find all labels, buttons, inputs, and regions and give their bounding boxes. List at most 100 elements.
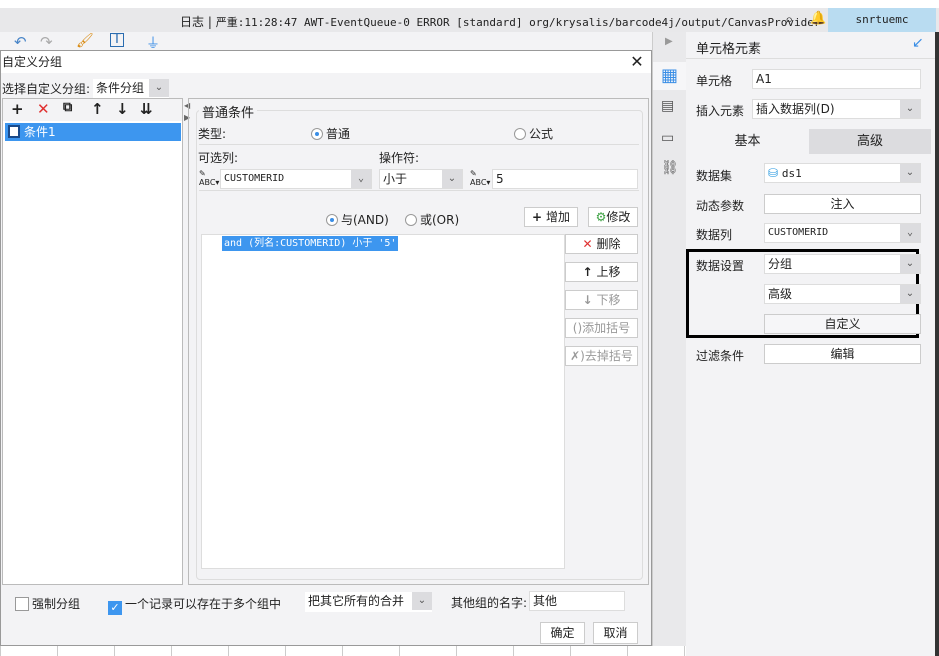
tree-item[interactable]: and (列名:CUSTOMERID) 小于 '5' [222, 236, 399, 251]
text-icon[interactable]: T [110, 33, 124, 47]
arrow-down-icon: ↓ [582, 293, 593, 307]
column-select[interactable]: CUSTOMERID ⌄ [764, 223, 921, 243]
column-value: CUSTOMERID [224, 173, 285, 184]
group-type-select[interactable]: 条件分组 ⌄ [93, 79, 169, 99]
bell-icon[interactable]: 🔔 [810, 11, 826, 26]
custom-button[interactable]: 自定义 [764, 314, 921, 334]
log-label: 日志 [180, 15, 205, 29]
radio-label: 与(AND) [341, 213, 389, 227]
param-label: 动态参数 [696, 199, 745, 213]
radio-or[interactable]: 或(OR) [405, 211, 459, 228]
log-text: 严重:11:28:47 AWT-EventQueue-0 ERROR [stan… [215, 16, 821, 29]
cell-label: 单元格 [696, 74, 733, 88]
column-label: 可选列: [198, 151, 239, 165]
log-message[interactable]: 日志 | 严重:11:28:47 AWT-EventQueue-0 ERROR … [180, 13, 821, 30]
close-icon[interactable]: ✕ [627, 51, 647, 73]
chevron-down-icon: ⌄ [412, 592, 432, 610]
move-bottom-icon[interactable]: ⇊ [140, 100, 153, 118]
cell-element-panel: 单元格元素 ↙ 单元格 A1 插入元素 插入数据列(D) ⌄ 基本 高级 数据集 … [686, 32, 935, 656]
side-icon-strip: ▶ ▦ ▤ ▭ ⛓ [652, 32, 686, 656]
type-label: 类型: [198, 127, 227, 141]
cell-attribute-icon[interactable]: ▤ [661, 98, 674, 114]
check-icon: ✓ [108, 601, 122, 615]
column-value: CUSTOMERID [768, 227, 829, 238]
value-input[interactable]: 5 [492, 169, 638, 189]
chevron-down-icon: ⌄ [149, 79, 169, 97]
dialog-title: 自定义分组 [1, 51, 651, 73]
operator-select[interactable]: 小于 ⌄ [379, 169, 463, 189]
link-icon[interactable]: ⛓ [661, 160, 679, 176]
column-select[interactable]: CUSTOMERID ⌄ [220, 169, 372, 189]
widget-icon[interactable]: ▭ [661, 130, 674, 146]
chevron-down-icon: ⌄ [900, 224, 920, 242]
merge-select[interactable]: 把其它所有的合并 ⌄ [305, 592, 432, 612]
chevron-down-icon: ⌄ [900, 100, 920, 118]
spreadsheet-grid[interactable] [0, 646, 686, 656]
column-label: 数据列 [696, 228, 733, 242]
button-label: 下移 [596, 293, 621, 307]
copy-icon[interactable]: ⧉ [63, 100, 72, 115]
radio-label: 公式 [529, 127, 554, 141]
setting-select[interactable]: 分组 ⌄ [764, 254, 921, 274]
add-icon[interactable]: + [11, 100, 24, 118]
cell-element-icon[interactable]: ▦ [653, 62, 686, 90]
ok-button[interactable]: 确定 [540, 622, 585, 644]
abc-type-icon[interactable]: ✎ ABC▾ [470, 169, 490, 187]
search-icon[interactable]: ⌕ [785, 10, 793, 28]
insert-select[interactable]: 插入数据列(D) ⌄ [752, 99, 921, 119]
database-icon: ⛁ [768, 166, 779, 180]
radio-and[interactable]: 与(AND) [326, 211, 389, 228]
checkbox-label: 一个记录可以存在于多个组中 [125, 597, 282, 611]
undo-icon[interactable]: ↶ [14, 33, 27, 51]
move-up-button[interactable]: ↑ 上移 [565, 262, 638, 282]
separator: | [207, 15, 212, 29]
tab-advanced[interactable]: 高级 [809, 129, 931, 154]
remove-parenthesis-button[interactable]: ✗)去掉括号 [565, 346, 638, 366]
select-group-label: 选择自定义分组: [2, 82, 91, 96]
modify-button[interactable]: ⚙修改 [588, 207, 638, 227]
expand-icon[interactable]: ▶ [665, 36, 673, 47]
cell-input[interactable]: A1 [752, 69, 921, 89]
dataset-select[interactable]: ⛁ ds1 ⌄ [764, 163, 921, 183]
main-toolbar: ↶ ↷ 🖌 T ⏚ [0, 32, 652, 52]
user-button[interactable]: snrtuemc [828, 8, 936, 32]
condition-label: 条件1 [24, 125, 56, 139]
condition-editor: 普通条件 类型: 普通 公式 可选列: 操作符: ✎ ABC▾ CUSTOMERI… [188, 98, 649, 585]
dock-icon[interactable]: ↙ [912, 35, 924, 51]
delete-button[interactable]: ✕ 删除 [565, 234, 638, 254]
button-label: 添加括号 [582, 321, 631, 335]
delete-icon[interactable]: ✕ [37, 100, 50, 118]
arrow-up-icon[interactable]: ↑ [91, 100, 104, 118]
panel-title: 单元格元素 [696, 42, 762, 57]
move-down-button[interactable]: ↓ 下移 [565, 290, 638, 310]
format-brush-icon[interactable]: 🖌 [76, 33, 94, 49]
radio-normal[interactable]: 普通 [311, 125, 350, 142]
delete-icon: ✕ [582, 237, 593, 251]
inject-button[interactable]: 注入 [764, 194, 921, 214]
tab-basic[interactable]: 基本 [686, 129, 809, 154]
other-name-label: 其他组的名字: [451, 596, 528, 610]
arrow-down-icon[interactable]: ↓ [116, 100, 129, 118]
cancel-button[interactable]: 取消 [593, 622, 638, 644]
merge-value: 把其它所有的合并 [308, 594, 405, 608]
filter-label: 过滤条件 [696, 349, 745, 363]
setting-value: 分组 [768, 257, 793, 271]
chevron-down-icon: ⌄ [900, 285, 920, 303]
radio-formula[interactable]: 公式 [514, 125, 553, 142]
setting-mode-select[interactable]: 高级 ⌄ [764, 284, 921, 304]
add-button[interactable]: + 增加 [524, 207, 578, 227]
scrollbar[interactable] [935, 32, 939, 656]
redo-icon[interactable]: ↷ [40, 33, 53, 51]
multi-group-checkbox[interactable]: ✓ 一个记录可以存在于多个组中 [108, 595, 281, 615]
button-label: 增加 [545, 210, 570, 224]
radio-label: 或(OR) [420, 213, 460, 227]
abc-type-icon[interactable]: ✎ ABC▾ [199, 169, 219, 187]
force-group-checkbox[interactable]: 强制分组 [15, 595, 80, 612]
checkbox-label: 强制分组 [32, 597, 81, 611]
add-parenthesis-button[interactable]: ()添加括号 [565, 318, 638, 338]
dataset-label: 数据集 [696, 169, 733, 183]
other-name-input[interactable]: 其他 [529, 591, 625, 611]
list-item[interactable]: 条件1 [5, 123, 181, 141]
edit-filter-button[interactable]: 编辑 [764, 344, 921, 364]
chevron-down-icon: ⌄ [351, 170, 371, 188]
